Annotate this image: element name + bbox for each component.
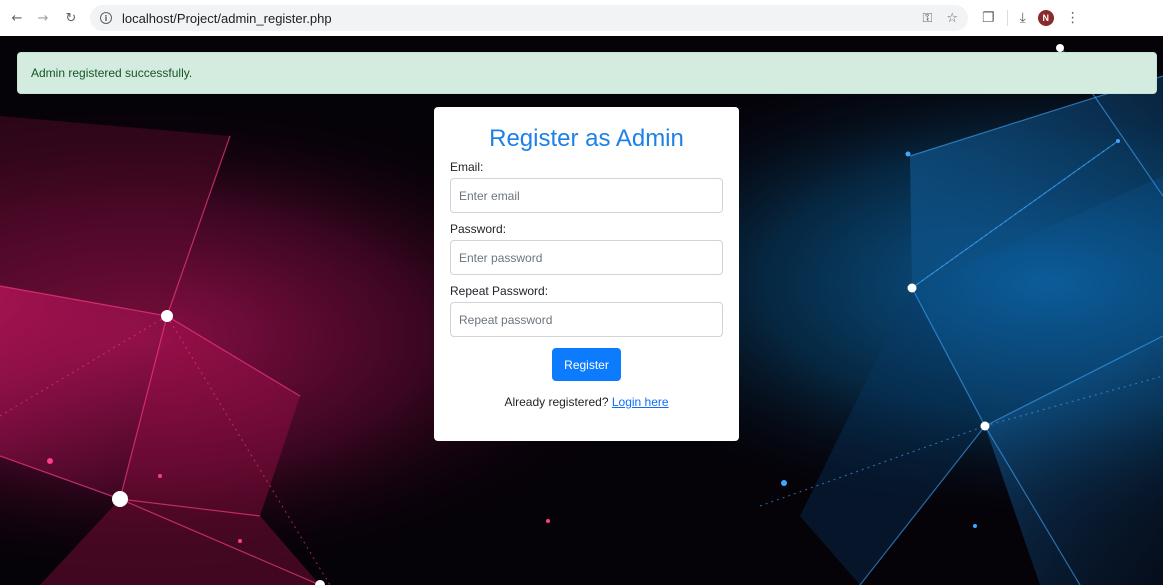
page-viewport: Admin registered successfully. Register … bbox=[0, 36, 1163, 585]
password-label: Password: bbox=[450, 222, 507, 236]
menu-icon[interactable]: ⋮ bbox=[1066, 10, 1080, 26]
submit-wrapper: Register bbox=[450, 348, 723, 381]
url-text[interactable]: localhost/Project/admin_register.php bbox=[122, 11, 332, 26]
login-prompt-line: Already registered? Login here bbox=[450, 395, 723, 409]
site-info-icon[interactable]: i bbox=[100, 12, 112, 24]
forward-arrow-icon[interactable]: → bbox=[32, 7, 54, 29]
login-link[interactable]: Login here bbox=[612, 395, 669, 409]
back-arrow-icon[interactable]: ← bbox=[6, 7, 28, 29]
register-card: Register as Admin Email: Password: Repea… bbox=[434, 107, 739, 441]
address-bar[interactable]: i localhost/Project/admin_register.php ⚿… bbox=[90, 5, 968, 31]
repeat-password-label: Repeat Password: bbox=[450, 284, 549, 298]
browser-toolbar: ← → ↻ i localhost/Project/admin_register… bbox=[0, 0, 1163, 36]
toolbar-separator bbox=[1006, 10, 1008, 26]
page-title: Register as Admin bbox=[489, 125, 684, 152]
repeat-password-input[interactable] bbox=[450, 302, 723, 337]
login-prompt-text: Already registered? bbox=[504, 395, 609, 409]
reload-icon[interactable]: ↻ bbox=[60, 7, 82, 29]
password-key-icon[interactable]: ⚿ bbox=[922, 11, 932, 26]
password-input[interactable] bbox=[450, 240, 723, 275]
download-icon[interactable]: ⤓ bbox=[1020, 10, 1026, 26]
bookmark-star-icon[interactable]: ☆ bbox=[946, 11, 958, 26]
success-alert-message: Admin registered successfully. bbox=[31, 66, 193, 80]
register-button[interactable]: Register bbox=[552, 348, 621, 381]
email-input[interactable] bbox=[450, 178, 723, 213]
email-label: Email: bbox=[450, 160, 484, 174]
profile-avatar-icon[interactable]: N bbox=[1037, 10, 1054, 26]
extensions-icon[interactable]: ❐ bbox=[982, 10, 995, 26]
success-alert: Admin registered successfully. bbox=[17, 52, 1157, 94]
